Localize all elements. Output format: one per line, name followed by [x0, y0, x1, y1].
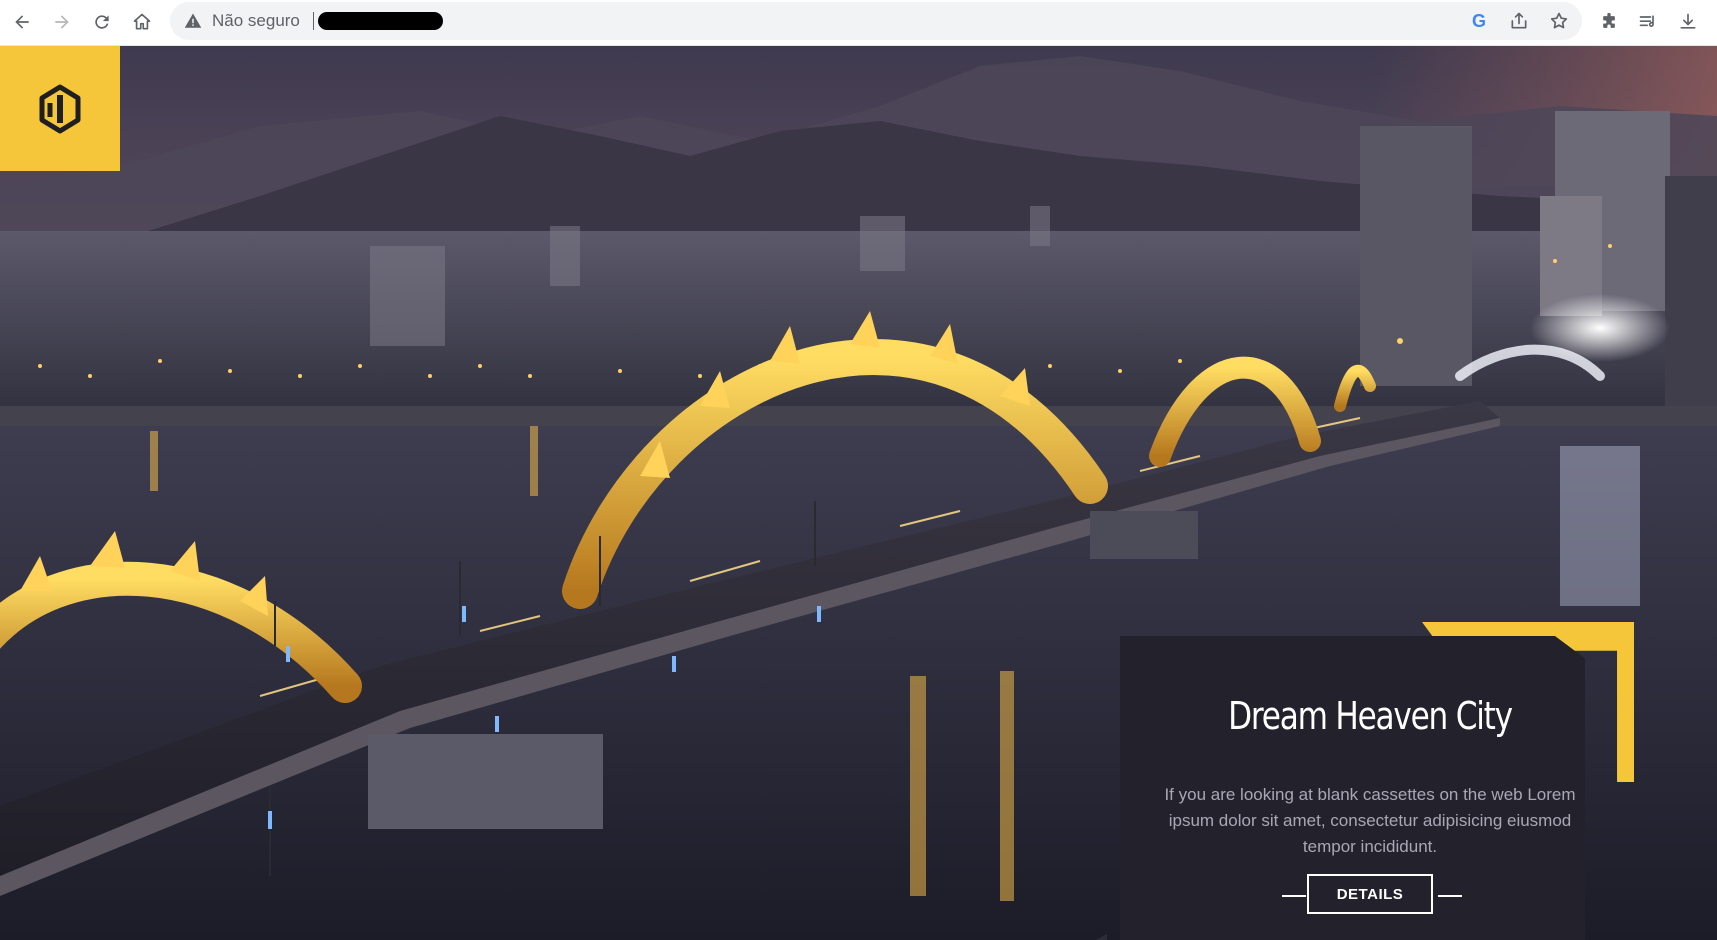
home-button[interactable] — [127, 7, 157, 37]
card-title: Dream Heaven City — [1228, 694, 1513, 738]
google-icon[interactable]: G — [1468, 10, 1490, 32]
omnibox-divider — [313, 12, 314, 30]
reload-button[interactable] — [87, 7, 117, 37]
logo-mark-icon — [39, 84, 81, 133]
reload-icon — [95, 15, 109, 29]
google-letter: G — [1471, 10, 1486, 31]
details-line-left — [1282, 895, 1306, 897]
address-bar[interactable]: Não seguro G — [170, 2, 1582, 40]
extensions-icon[interactable] — [1594, 7, 1624, 37]
details-line-right — [1438, 895, 1462, 897]
download-icon[interactable] — [1673, 7, 1703, 37]
warning-icon[interactable] — [184, 12, 202, 30]
forward-button[interactable] — [47, 7, 77, 37]
home-icon — [133, 13, 151, 30]
back-button[interactable] — [7, 7, 37, 37]
bookmark-star-icon[interactable] — [1548, 10, 1570, 32]
redacted-url[interactable] — [318, 12, 443, 30]
reading-list-icon[interactable] — [1633, 7, 1663, 37]
security-status[interactable]: Não seguro — [212, 11, 300, 31]
details-button[interactable]: DETAILS — [1307, 874, 1433, 914]
logo[interactable] — [0, 46, 120, 171]
details-button-group: DETAILS — [1282, 874, 1462, 914]
hero-section: Dream Heaven City If you are looking at … — [0, 46, 1717, 940]
forward-icon — [55, 15, 69, 29]
card-description: If you are looking at blank cassettes on… — [1164, 785, 1576, 856]
browser-toolbar: Não seguro G — [0, 0, 1717, 46]
share-icon[interactable] — [1508, 10, 1530, 32]
back-icon — [15, 15, 29, 29]
